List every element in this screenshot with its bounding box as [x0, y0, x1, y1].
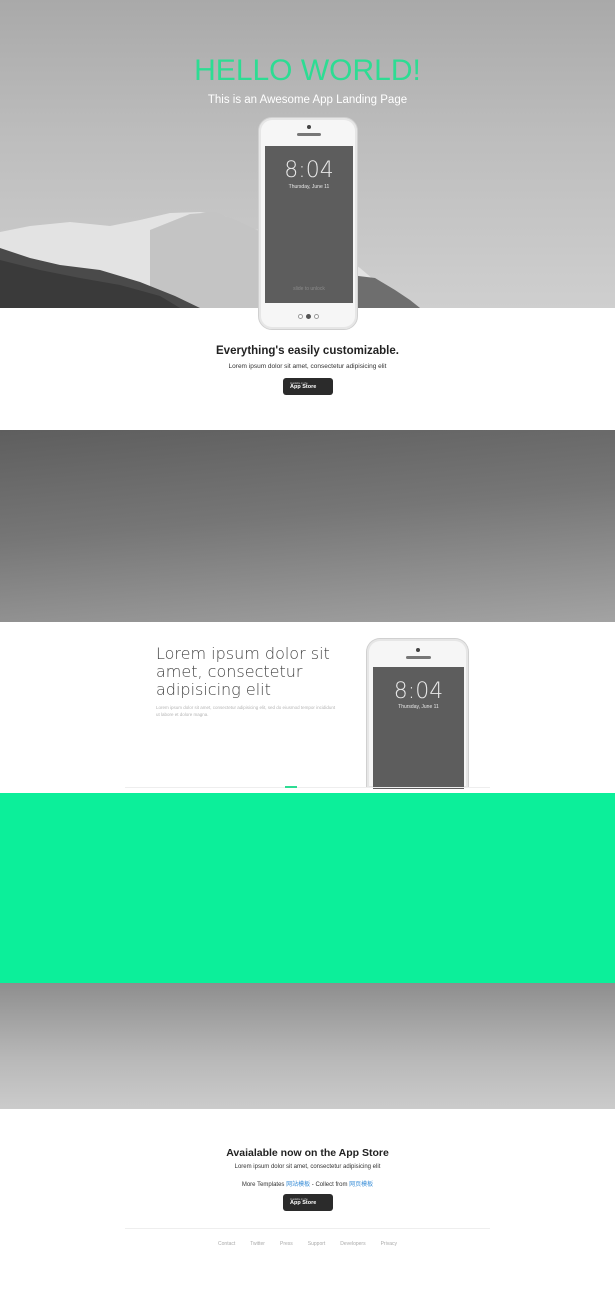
light-gray-band	[0, 983, 615, 1109]
collect-prefix: - Collect from	[311, 1182, 348, 1188]
status-bar	[265, 146, 353, 155]
slide-to-unlock: slide to unlock	[293, 286, 325, 292]
hero-subtitle: This is an Awesome App Landing Page	[207, 94, 408, 106]
footer-link-press[interactable]: Press	[280, 1241, 293, 1247]
camera-icon	[416, 648, 420, 652]
carousel-dots	[298, 314, 319, 319]
app-store-button-bottom[interactable]: Available on the App Store	[283, 1194, 333, 1211]
feature-heading: Lorem ipsum dolor sit amet, consectetur …	[156, 644, 330, 699]
hero-title: HELLO WORLD!	[194, 54, 421, 87]
camera-icon	[307, 125, 311, 129]
section-divider	[125, 787, 490, 788]
phone-screen: 8:04 Thursday, June 11 slide to unlock	[265, 146, 353, 303]
lock-time: 8:04	[284, 158, 334, 183]
available-title: Avaialable now on the App Store	[226, 1147, 389, 1159]
phone-mockup-secondary: 8:04 Thursday, June 11	[366, 638, 469, 789]
lock-time: 8:04	[393, 679, 444, 704]
footer-divider	[125, 1228, 490, 1229]
phone-mockup-main: 8:04 Thursday, June 11 slide to unlock	[258, 117, 358, 330]
carousel-dot-active[interactable]	[306, 314, 311, 319]
section-title-customize: Everything's easily customizable.	[216, 345, 399, 357]
footer-link-developers[interactable]: Developers	[340, 1241, 365, 1247]
footer-links: Contact Twitter Press Support Developers…	[0, 1241, 615, 1247]
available-text: Lorem ipsum dolor sit amet, consectetur …	[234, 1164, 381, 1170]
more-templates-link[interactable]: 网站模板	[286, 1182, 310, 1188]
carousel-dot[interactable]	[314, 314, 319, 319]
collect-link[interactable]: 网页模板	[349, 1182, 373, 1188]
footer-link-privacy[interactable]: Privacy	[381, 1241, 397, 1247]
carousel-dot[interactable]	[298, 314, 303, 319]
dark-gray-band	[0, 430, 615, 622]
speaker-grille	[406, 656, 431, 659]
more-templates-prefix: More Templates	[241, 1182, 285, 1188]
speaker-grille	[297, 133, 321, 136]
footer-link-twitter[interactable]: Twitter	[250, 1241, 265, 1247]
footer-link-contact[interactable]: Contact	[218, 1241, 235, 1247]
lock-date: Thursday, June 11	[288, 184, 330, 190]
store-button-label: App Store	[290, 1200, 317, 1206]
store-button-label: App Store	[290, 384, 317, 390]
status-bar	[373, 667, 464, 676]
feature-text: Lorem ipsum dolor sit amet, consectetur …	[156, 705, 336, 717]
footer-link-support[interactable]: Support	[308, 1241, 326, 1247]
section-text-customize: Lorem ipsum dolor sit amet, consectetur …	[228, 363, 387, 370]
green-band	[0, 793, 615, 983]
more-templates-line: More Templates 网站模板 - Collect from 网页模板	[0, 1179, 615, 1188]
phone-screen: 8:04 Thursday, June 11	[373, 667, 464, 789]
app-store-button[interactable]: Available on the App Store	[283, 378, 333, 395]
lock-date: Thursday, June 11	[398, 704, 439, 710]
active-tab-indicator[interactable]	[285, 786, 297, 788]
